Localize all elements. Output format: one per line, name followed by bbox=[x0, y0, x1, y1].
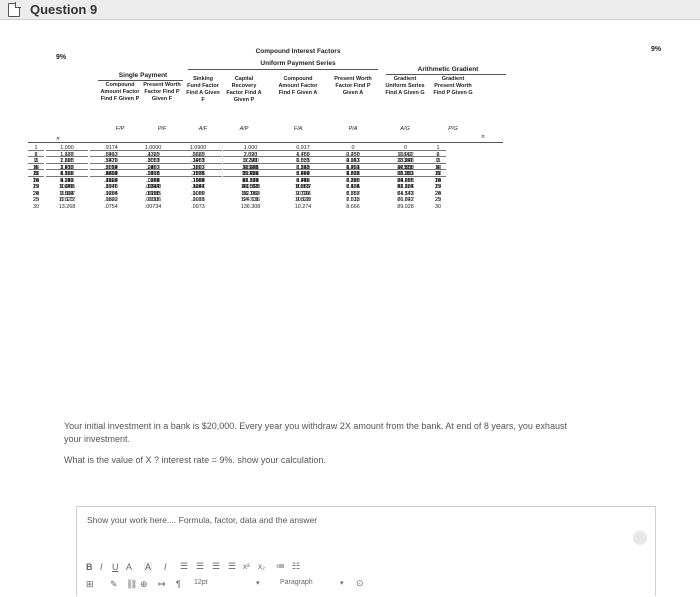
align-left-icon[interactable]: ☰ bbox=[180, 561, 188, 572]
italic-button[interactable]: I bbox=[100, 562, 103, 572]
title-uniform-series: Uniform Payment Series bbox=[260, 60, 336, 67]
col-head-pa: Present Worth Factor Find P Given A bbox=[334, 76, 372, 96]
title-single-payment: Single Payment bbox=[118, 72, 168, 79]
col-code-fp: F/P bbox=[115, 126, 125, 132]
row-block: .1007.0997.0989.0981.0973 bbox=[174, 177, 222, 210]
row-block: 26 27 28 29 30 bbox=[28, 177, 44, 210]
question-text-line2: your investment. bbox=[64, 434, 131, 444]
question-text-line3: What is the value of X ? interest rate =… bbox=[64, 455, 326, 465]
chevron-down-icon[interactable]: ▾ bbox=[256, 579, 260, 587]
col-code-n-right: n bbox=[481, 134, 485, 140]
rule-arith bbox=[386, 74, 506, 75]
answer-prompt: Show your work here.... Formula, factor,… bbox=[87, 515, 318, 525]
clear-format-button[interactable]: I bbox=[164, 562, 167, 572]
col-pg-values: 0 0.842 2.386 4.511 7.111 10.092 13.375 16.888 2… bbox=[378, 144, 433, 210]
table-icon[interactable]: ⊞ bbox=[86, 579, 94, 590]
row-block: .0107.00973.00885.00806.00734 bbox=[132, 177, 174, 210]
table-cell: 30 bbox=[33, 203, 39, 210]
col-code-pg: P/G bbox=[448, 126, 458, 132]
table-header-rule bbox=[28, 142, 503, 143]
chevron-down-icon[interactable]: ▾ bbox=[340, 579, 344, 587]
underline-button[interactable]: U bbox=[112, 562, 119, 572]
row-block: 26 27 28 29 30 bbox=[430, 177, 446, 210]
row-block: 9.399 10.245 11.167 12.172 13.268 bbox=[46, 177, 88, 210]
table-cell: .0754 bbox=[104, 203, 118, 210]
col-head-fp: Compound Amount Factor Find F Given P bbox=[100, 82, 140, 102]
table-cell: 13.268 bbox=[58, 203, 76, 210]
row-block: 9.929 10.027 10.116 10.198 10.274 bbox=[278, 177, 328, 210]
interest-factor-table: 9% 9% Compound Interest Factors Uniform … bbox=[28, 46, 698, 461]
col-head-ap: Capital Recovery Factor Find A Given P bbox=[226, 76, 262, 103]
media-icon[interactable]: ✎ bbox=[110, 579, 118, 590]
col-code-ag: A/G bbox=[400, 126, 410, 132]
align-center-icon[interactable]: ☰ bbox=[196, 561, 204, 572]
paragraph-style-select[interactable]: Paragraph bbox=[280, 579, 313, 586]
col-head-af: Sinking Fund Factor Find A Given F bbox=[186, 76, 220, 103]
rule-single bbox=[98, 80, 183, 81]
font-size-select[interactable]: 12pt bbox=[194, 579, 208, 586]
col-head-fa: Compound Amount Factor Find F Given A bbox=[278, 76, 318, 96]
subscript-button[interactable]: x₂ bbox=[258, 562, 265, 571]
col-af-values: 1.0000.4785.3051.2187.1671.1329.1087.090… bbox=[132, 144, 174, 210]
align-right-icon[interactable]: ☰ bbox=[212, 561, 220, 572]
col-n-left: 1 2 3 4 5 6 7 8 9 10 11 12 13 14 15 16 17 18 19 20 21 22 23 24 2… bbox=[28, 144, 44, 210]
accessibility-icon[interactable]: ⊙ bbox=[356, 578, 364, 589]
col-n-right: 1 2 3 4 5 6 7 8 9 10 11 12 13 14 15 16 17 18 19 20 21 22 23 24 2… bbox=[430, 144, 446, 210]
col-code-af: A/F bbox=[198, 126, 208, 132]
table-cell: 8.666 bbox=[346, 203, 360, 210]
table-cell: 89.028 bbox=[397, 203, 414, 210]
grammar-assistant-icon[interactable] bbox=[633, 531, 647, 545]
row-block: 93.324 102.723 112.968 124.136 136.308 bbox=[223, 177, 278, 210]
row-block: .1064.0976.0895.0822.0754 bbox=[90, 177, 132, 210]
table-cell: .0973 bbox=[191, 203, 205, 210]
bold-button[interactable]: B bbox=[86, 562, 93, 572]
font-color-button[interactable]: A bbox=[126, 562, 132, 572]
title-compound-interest: Compound Interest Factors bbox=[255, 48, 341, 55]
col-fp-values: 1.090 1.188 1.295 1.412 1.539 1.677 1.828 1.993… bbox=[46, 144, 88, 210]
rule-uniform bbox=[188, 69, 378, 70]
table-cell: 136.308 bbox=[240, 203, 261, 210]
row-block: 8.016 8.191 8.357 8.515 8.666 bbox=[328, 177, 378, 210]
document-icon bbox=[8, 2, 21, 17]
table-cell: 30 bbox=[435, 203, 441, 210]
question-title: Question 9 bbox=[30, 2, 98, 17]
link-icon[interactable]: ⛓ bbox=[126, 579, 137, 590]
question-header: Question 9 bbox=[0, 0, 700, 20]
numbered-list-icon[interactable]: ≔ bbox=[276, 561, 285, 572]
col-head-ag: Gradient Uniform Series Find A Given G bbox=[385, 76, 425, 96]
table-cell: .00734 bbox=[144, 203, 162, 210]
col-code-fa: F/A bbox=[293, 126, 303, 132]
direction-icon[interactable]: ↦ bbox=[158, 579, 166, 590]
superscript-button[interactable]: x² bbox=[243, 562, 250, 571]
col-fa-values: 1.000 2.090 3.278 4.573 5.985 7.523 9.200 11.02… bbox=[223, 144, 278, 210]
col-head-pg: Gradient Present Worth Find P Given G bbox=[433, 76, 473, 96]
col-ag-values: 0 0.478 0.943 1.393 1.828 2.250 2.657 3.051 3.43… bbox=[328, 144, 378, 210]
paragraph-mark-icon[interactable]: ¶ bbox=[176, 579, 181, 589]
justify-icon[interactable]: ☰ bbox=[228, 561, 236, 572]
col-ap-values: 1.0900.5685.3951.3087.2571.2229.1987.180… bbox=[174, 144, 222, 210]
col-code-pf: P/F bbox=[157, 126, 167, 132]
row-block: 79.586 82.124 84.542 86.842 89.028 bbox=[378, 177, 433, 210]
rate-label-left: 9% bbox=[56, 54, 67, 61]
col-pa-values: 0.917 1.759 2.531 3.240 3.890 4.486 5.033 5.535… bbox=[278, 144, 328, 210]
editor-toolbar: B I U A A I ☰ ☰ ☰ ☰ x² x₂ ≔ ☷ ⊞ ✎ ⛓ ⊕ ↦ … bbox=[86, 559, 646, 597]
col-pf-values: .9174.8417.7722.7084.6499.5963.5470.5019… bbox=[90, 144, 132, 210]
title-arithmetic-gradient: Arithmetic Gradient bbox=[417, 66, 479, 73]
highlight-button[interactable]: A bbox=[144, 562, 153, 572]
rate-label-right: 9% bbox=[651, 46, 662, 53]
col-code-ap: A/P bbox=[239, 126, 249, 132]
question-text-line1: Your initial investment in a bank is $20… bbox=[64, 421, 567, 431]
table-cell: 10.274 bbox=[294, 203, 312, 210]
bullet-list-icon[interactable]: ☷ bbox=[292, 561, 300, 572]
embed-icon[interactable]: ⊕ bbox=[140, 579, 148, 590]
col-code-pa: P/A bbox=[348, 126, 358, 132]
col-head-pf: Present Worth Factor Find P Given F bbox=[143, 82, 181, 102]
